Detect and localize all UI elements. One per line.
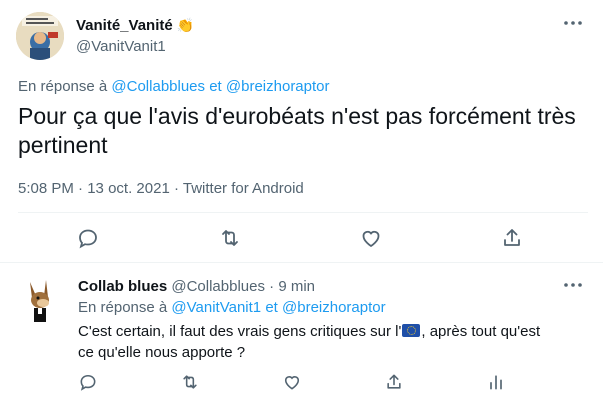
author-handle[interactable]: @VanitVanit1 (76, 38, 166, 55)
reply-text-part: C'est certain, il faut des vrais gens cr… (78, 323, 402, 340)
heart-icon[interactable] (359, 226, 385, 252)
author-name[interactable]: Vanité_Vanité 👏 (76, 17, 194, 34)
reply-time[interactable]: 9 min (278, 278, 315, 295)
retweet-icon[interactable] (180, 372, 206, 398)
author-name-text[interactable]: Vanité_Vanité (76, 17, 173, 34)
reply-text: C'est certain, il faut des vrais gens cr… (78, 321, 558, 363)
tweet-time[interactable]: 5:08 PM (18, 180, 74, 197)
separator-dot: · (173, 180, 179, 197)
separator-dot: · (78, 180, 84, 197)
reply-icon[interactable] (78, 372, 104, 398)
replying-to: En réponse à @Collabblues et @breizhorap… (18, 78, 330, 95)
retweet-icon[interactable] (218, 226, 244, 252)
replying-to-label: En réponse à (18, 78, 108, 95)
reply-author-handle[interactable]: @Collabblues (171, 278, 265, 295)
reply-icon[interactable] (76, 226, 102, 252)
more-icon[interactable] (562, 14, 584, 32)
tweet-meta: 5:08 PM · 13 oct. 2021 · Twitter for And… (18, 180, 304, 197)
more-icon[interactable] (562, 276, 584, 294)
reply-author-name[interactable]: Collab blues (78, 278, 167, 295)
divider (0, 262, 603, 263)
author-avatar[interactable] (16, 12, 64, 60)
heart-icon[interactable] (282, 372, 308, 398)
clapping-hands-icon: 👏 (176, 17, 195, 33)
mention-link[interactable]: @VanitVanit1 (171, 299, 261, 316)
eu-flag-icon (402, 324, 421, 337)
reply-author-avatar[interactable] (16, 276, 64, 324)
separator-dot: · (269, 278, 275, 295)
reply-author: Collab blues @Collabblues · 9 min (78, 278, 315, 295)
replying-to-label: En réponse à (78, 299, 168, 316)
analytics-icon[interactable] (486, 372, 512, 398)
tweet-text: Pour ça que l'avis d'eurobéats n'est pas… (18, 103, 576, 158)
tweet-date[interactable]: 13 oct. 2021 (87, 180, 170, 197)
divider (18, 212, 588, 213)
share-icon[interactable] (500, 226, 526, 252)
mention-conjunction: et (209, 78, 222, 95)
mention-conjunction: et (265, 299, 278, 316)
mention-link[interactable]: @breizhoraptor (282, 299, 386, 316)
mention-link[interactable]: @Collabblues (111, 78, 205, 95)
replying-to: En réponse à @VanitVanit1 et @breizhorap… (78, 299, 386, 316)
share-icon[interactable] (384, 372, 410, 398)
mention-link[interactable]: @breizhoraptor (226, 78, 330, 95)
tweet-source[interactable]: Twitter for Android (183, 180, 304, 197)
